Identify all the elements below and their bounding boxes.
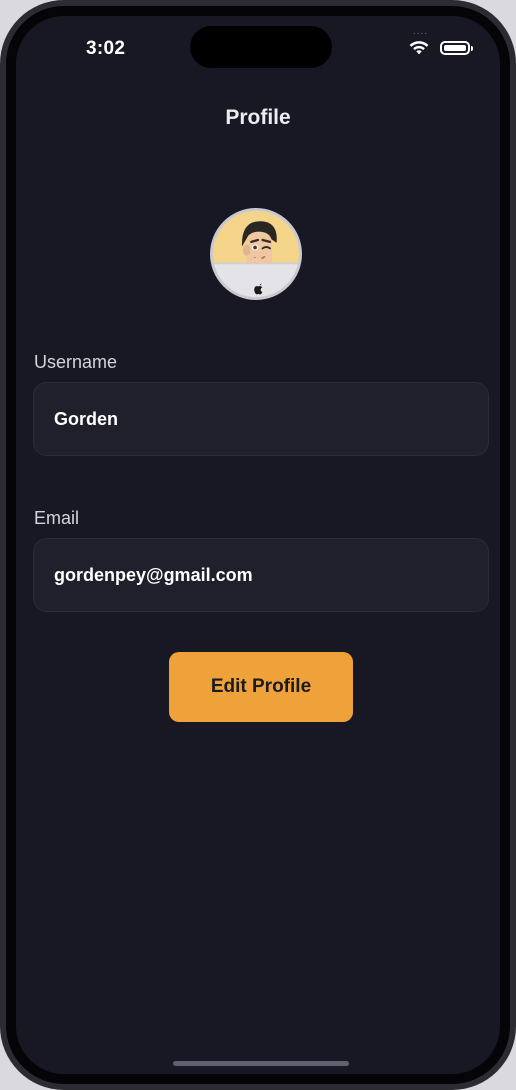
username-label: Username (34, 352, 118, 372)
edit-profile-button[interactable]: Edit Profile (169, 652, 353, 722)
status-bar: 3:02 .... (16, 16, 500, 80)
home-indicator (173, 1061, 349, 1066)
signal-icon: .... (412, 26, 428, 37)
status-time: 3:02 (86, 38, 126, 59)
dynamic-island (190, 26, 332, 68)
username-value: Gorden (54, 408, 119, 429)
username-field[interactable]: Gorden (33, 382, 489, 456)
apple-logo-icon (254, 283, 263, 295)
email-label: Email (34, 508, 80, 528)
app-screen: 3:02 .... Profile Username Gorden Email … (16, 16, 500, 1074)
email-value: gordenpey@gmail.com (54, 564, 253, 585)
wifi-icon (409, 41, 429, 55)
device-bezel: 3:02 .... Profile Username Gorden Email … (6, 6, 510, 1084)
device-frame: 3:02 .... Profile Username Gorden Email … (0, 0, 516, 1090)
page-title: Profile (225, 106, 291, 129)
battery-icon (440, 41, 473, 55)
email-field[interactable]: gordenpey@gmail.com (33, 538, 489, 612)
avatar[interactable] (210, 208, 302, 300)
